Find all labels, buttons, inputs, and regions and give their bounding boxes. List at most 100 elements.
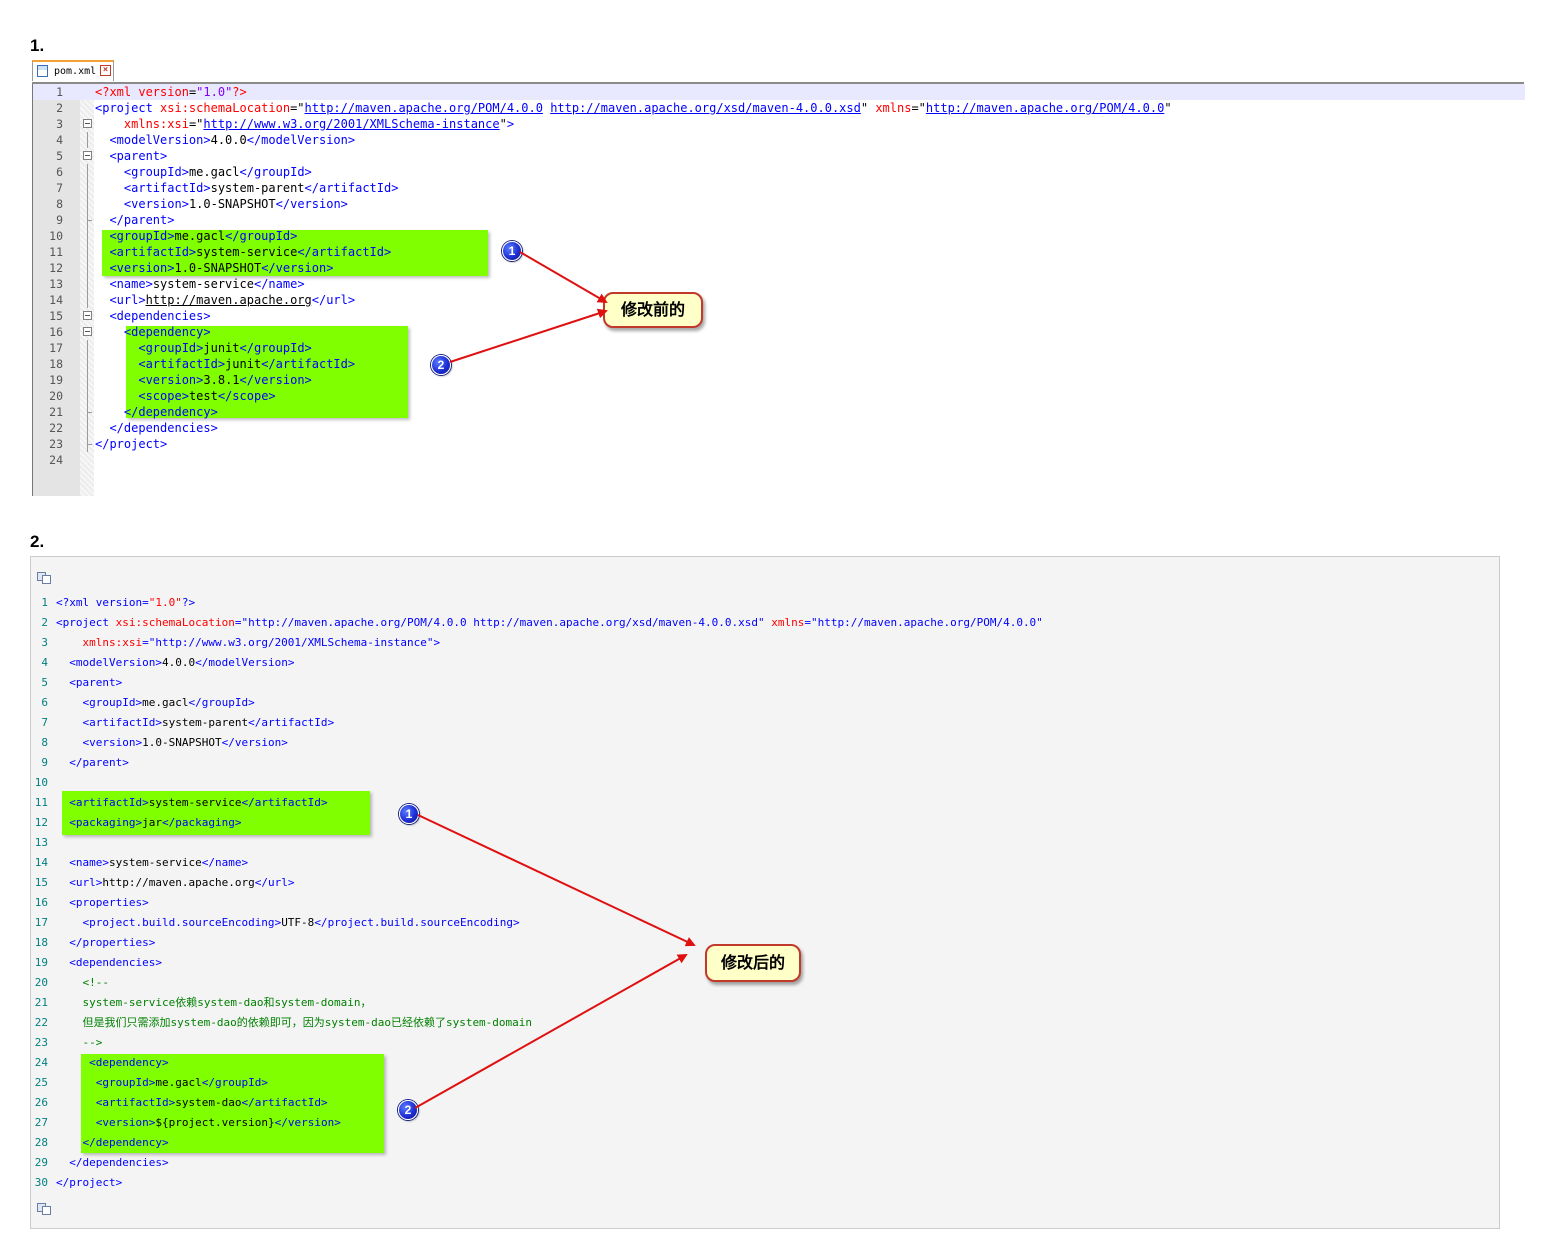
section-1-heading: 1. xyxy=(30,36,45,55)
fold-guide xyxy=(87,132,88,148)
line-number: 20 xyxy=(34,976,48,989)
line-number: 4 xyxy=(56,133,63,147)
code-text: <artifactId>system-parent</artifactId> xyxy=(123,181,399,195)
line-number: 18 xyxy=(49,357,63,371)
editor-line: 2 <project xsi:schemaLocation="http://mav… xyxy=(33,100,1525,116)
editor-line: 16 <dependency> xyxy=(33,324,1525,340)
line-number: 8 xyxy=(41,736,48,749)
code-text: <version>${project.version}</version> xyxy=(95,1116,341,1129)
code-text: </dependency> xyxy=(82,1136,169,1149)
line-number: 1 xyxy=(56,85,63,99)
line-number: 1 xyxy=(41,596,48,609)
line-number: 16 xyxy=(34,896,48,909)
code-text: <!-- xyxy=(82,976,110,989)
code-text: </properties> xyxy=(69,936,156,949)
code-text: <groupId>me.gacl</groupId> xyxy=(82,696,255,709)
code-text: xmlns:xsi="http://www.w3.org/2001/XMLSch… xyxy=(123,117,515,131)
line-number: 5 xyxy=(41,676,48,689)
code-text: system-service依赖system-dao和system-domain… xyxy=(82,996,372,1009)
line-number: 15 xyxy=(49,309,63,323)
editor-line: 4 <modelVersion>4.0.0</modelVersion> xyxy=(33,132,1525,148)
tab-pom-xml[interactable]: pom.xml × xyxy=(32,60,114,81)
code-text: <name>system-service</name> xyxy=(109,277,305,291)
copy-code-icon[interactable] xyxy=(37,572,51,584)
code-text: <dependency> xyxy=(123,325,211,339)
line-number: 10 xyxy=(34,776,48,789)
line-number: 13 xyxy=(49,277,63,291)
line-number: 7 xyxy=(41,716,48,729)
code-text: <url>http://maven.apache.org</url> xyxy=(69,876,295,889)
line-number: 15 xyxy=(34,876,48,889)
fold-guide xyxy=(87,292,88,308)
line-number: 22 xyxy=(49,421,63,435)
editor-line: 11 <artifactId>system-service</artifactI… xyxy=(33,244,1525,260)
fold-guide xyxy=(87,356,88,372)
line-number: 23 xyxy=(34,1036,48,1049)
line-number: 2 xyxy=(41,616,48,629)
editor-code-lines: 1 <?xml version="1.0"?> 2 <project xsi:sche… xyxy=(33,84,1525,468)
code-text: <parent> xyxy=(109,149,168,163)
badge-2-top: 2 xyxy=(431,355,451,375)
line-number: 14 xyxy=(34,856,48,869)
editor-line: 17 <groupId>junit</groupId> xyxy=(33,340,1525,356)
editor-line: 1 <?xml version="1.0"?> xyxy=(33,84,1525,100)
line-number: 12 xyxy=(49,261,63,275)
code-text: <project xsi:schemaLocation="http://mave… xyxy=(95,101,1172,115)
line-number: 19 xyxy=(34,956,48,969)
line-number: 24 xyxy=(49,453,63,467)
save-file-icon xyxy=(37,65,48,77)
code-text: <artifactId>system-service</artifactId> xyxy=(109,245,392,259)
fold-guide xyxy=(87,180,88,196)
code-text: <artifactId>system-parent</artifactId> xyxy=(82,716,335,729)
editor-line: 19 <version>3.8.1</version> xyxy=(33,372,1525,388)
close-tab-icon[interactable]: × xyxy=(100,65,111,76)
line-number: 17 xyxy=(34,916,48,929)
editor-line: 6 <groupId>me.gacl</groupId> xyxy=(33,164,1525,180)
code-text: <version>1.0-SNAPSHOT</version> xyxy=(109,261,334,275)
editor-line: 3 xmlns:xsi="http://www.w3.org/2001/XMLS… xyxy=(33,116,1525,132)
line-number: 23 xyxy=(49,437,63,451)
code-text: <version>1.0-SNAPSHOT</version> xyxy=(82,736,288,749)
code-text: <name>system-service</name> xyxy=(69,856,249,869)
code-text: <?xml version="1.0"?> xyxy=(95,85,247,99)
line-number: 24 xyxy=(34,1056,48,1069)
fold-toggle-icon[interactable] xyxy=(83,327,92,336)
code-text: </dependencies> xyxy=(109,421,218,435)
fold-guide xyxy=(87,436,92,452)
editor-line: 15 <dependencies> xyxy=(33,308,1525,324)
fold-guide xyxy=(87,388,88,404)
code-text: </parent> xyxy=(69,756,129,769)
editor-line: 7 <artifactId>system-parent</artifactId> xyxy=(33,180,1525,196)
line-number: 2 xyxy=(56,101,63,115)
code-text: <parent> xyxy=(69,676,123,689)
code-text: <modelVersion>4.0.0</modelVersion> xyxy=(109,133,356,147)
code-text: <dependency> xyxy=(89,1056,169,1069)
editor-line: 13 <name>system-service</name> xyxy=(33,276,1525,292)
fold-guide xyxy=(87,260,88,276)
fold-guide xyxy=(87,420,88,436)
fold-guide xyxy=(87,212,92,228)
code-text: <modelVersion>4.0.0</modelVersion> xyxy=(69,656,295,669)
editor-line: 5 <parent> xyxy=(33,148,1525,164)
code-text: <dependencies> xyxy=(109,309,211,323)
line-number: 11 xyxy=(49,245,63,259)
fold-guide xyxy=(87,404,92,420)
copy-code-icon-bottom[interactable] xyxy=(37,1203,51,1215)
line-number: 30 xyxy=(34,1176,48,1189)
fold-toggle-icon[interactable] xyxy=(83,311,92,320)
line-number: 27 xyxy=(34,1116,48,1129)
code-text: <packaging>jar</packaging> xyxy=(69,816,242,829)
code-text: <artifactId>system-service</artifactId> xyxy=(69,796,328,809)
line-number: 29 xyxy=(34,1156,48,1169)
tab-bar: pom.xml × xyxy=(32,60,1524,84)
code-text: <groupId>me.gacl</groupId> xyxy=(123,165,312,179)
code-text: <version>3.8.1</version> xyxy=(138,373,312,387)
fold-toggle-icon[interactable] xyxy=(83,151,92,160)
editor-text-area[interactable]: 1 <?xml version="1.0"?> 2 <project xsi:sche… xyxy=(32,84,1525,496)
fold-toggle-icon[interactable] xyxy=(83,119,92,128)
code-text: <version>1.0-SNAPSHOT</version> xyxy=(123,197,348,211)
line-number: 7 xyxy=(56,181,63,195)
badge-1-top: 1 xyxy=(502,241,522,261)
code-text: <scope>test</scope> xyxy=(138,389,276,403)
line-number: 18 xyxy=(34,936,48,949)
